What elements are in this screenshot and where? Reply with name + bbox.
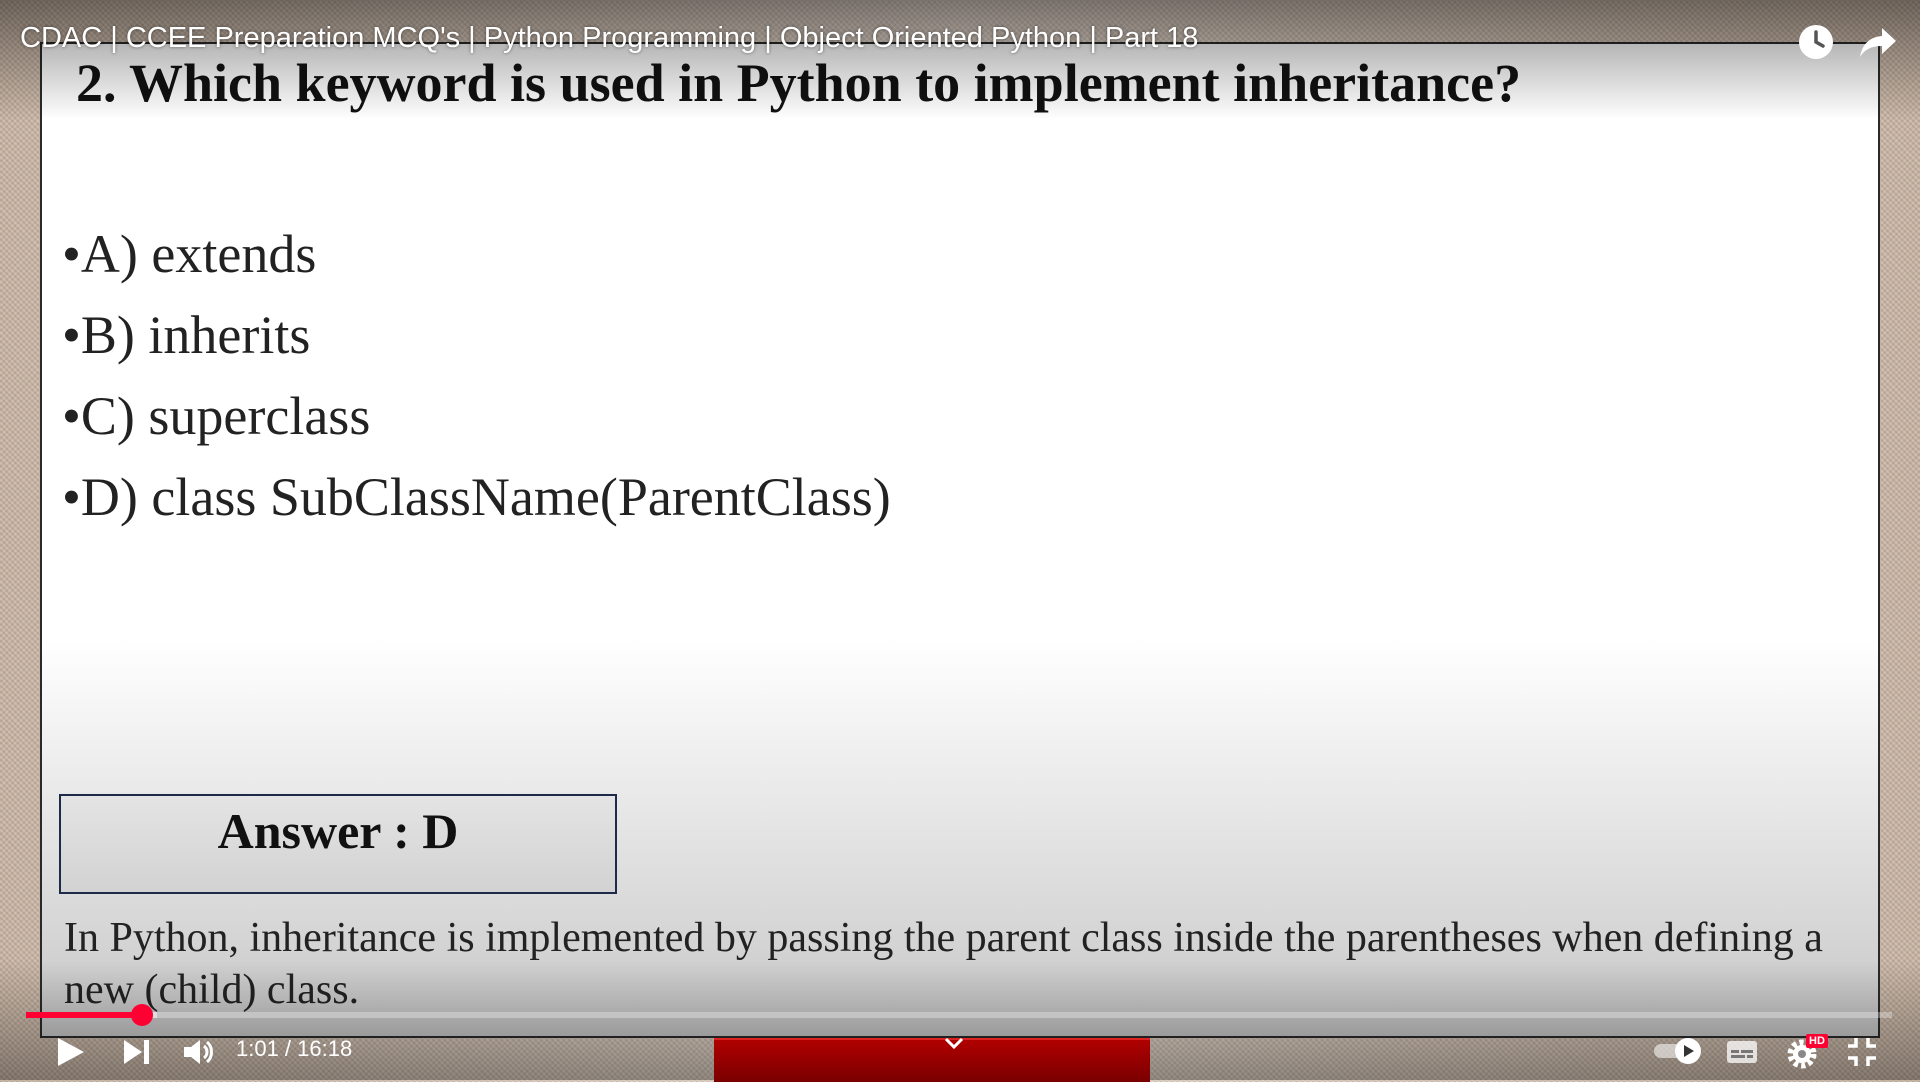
hd-badge: HD bbox=[1806, 1034, 1828, 1048]
exit-fullscreen-button[interactable] bbox=[1844, 1034, 1880, 1075]
time-display: 1:01 / 16:18 bbox=[236, 1036, 353, 1061]
share-arrow-icon bbox=[1860, 28, 1896, 57]
option-text: A) extends bbox=[80, 224, 317, 284]
video-frame[interactable]: 2. Which keyword is used in Python to im… bbox=[40, 42, 1880, 1038]
share-button[interactable] bbox=[1856, 20, 1900, 64]
play-icon bbox=[58, 1038, 84, 1066]
options-list: •A) extends •B) inherits •C) superclass … bbox=[62, 214, 891, 538]
watch-later-button[interactable] bbox=[1794, 20, 1838, 64]
progress-bar[interactable] bbox=[26, 1004, 1892, 1026]
autoplay-toggle[interactable] bbox=[1652, 1036, 1704, 1071]
option-text: B) inherits bbox=[80, 305, 311, 365]
question-heading: 2. Which keyword is used in Python to im… bbox=[76, 53, 1522, 113]
option-a: •A) extends bbox=[62, 214, 891, 295]
subtitles-icon bbox=[1727, 1041, 1757, 1063]
bullet: • bbox=[62, 467, 81, 527]
option-c: •C) superclass bbox=[62, 376, 891, 457]
answer-box: Answer : D bbox=[59, 794, 617, 894]
option-d: •D) class SubClassName(ParentClass) bbox=[62, 457, 891, 538]
exit-fullscreen-icon bbox=[1848, 1038, 1876, 1066]
volume-icon bbox=[184, 1040, 213, 1064]
progress-played bbox=[26, 1012, 143, 1018]
explanation-text: In Python, inheritance is implemented by… bbox=[64, 915, 1823, 1013]
play-button[interactable] bbox=[52, 1034, 88, 1075]
clock-icon bbox=[1799, 25, 1833, 59]
promo-overlay[interactable] bbox=[714, 1038, 1150, 1082]
option-text: D) class SubClassName(ParentClass) bbox=[80, 467, 891, 527]
volume-button[interactable] bbox=[180, 1034, 216, 1075]
video-title[interactable]: CDAC | CCEE Preparation MCQ's | Python P… bbox=[20, 22, 1198, 55]
chevron-down-button[interactable] bbox=[943, 1036, 965, 1057]
chevron-down-icon bbox=[944, 1037, 964, 1050]
bullet: • bbox=[62, 305, 81, 365]
option-text: C) superclass bbox=[80, 386, 371, 446]
bullet: • bbox=[62, 386, 81, 446]
option-b: •B) inherits bbox=[62, 295, 891, 376]
bullet: • bbox=[62, 224, 81, 284]
answer-text: Answer : D bbox=[217, 803, 459, 859]
settings-button[interactable]: HD bbox=[1784, 1032, 1828, 1077]
subtitles-button[interactable] bbox=[1724, 1034, 1760, 1075]
next-button[interactable] bbox=[118, 1034, 154, 1075]
next-icon bbox=[124, 1040, 149, 1064]
autoplay-toggle-icon bbox=[1654, 1038, 1701, 1064]
